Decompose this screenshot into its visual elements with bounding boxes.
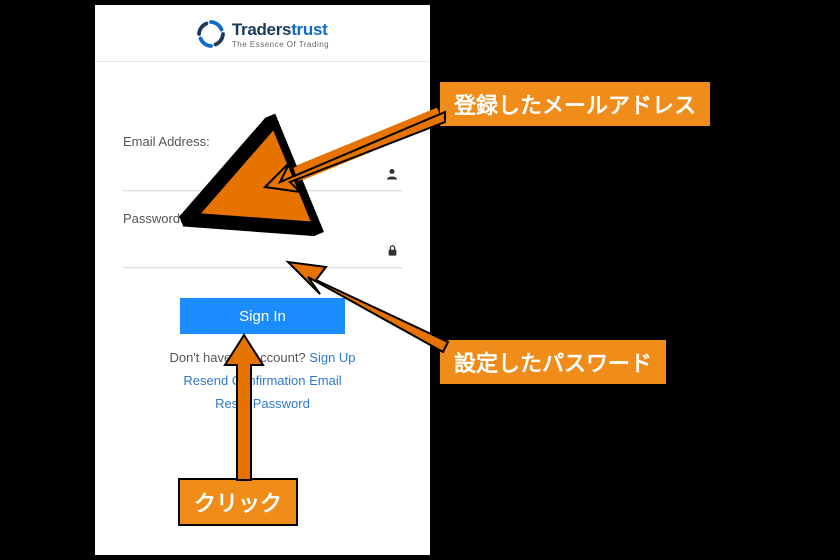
reset-password-link[interactable]: Reset Password [215, 396, 310, 411]
brand-logo: Traderstrust The Essence Of Trading [196, 19, 329, 49]
annotation-email-callout: 登録したメールアドレス [438, 80, 712, 128]
logo-name-dark: Traders [232, 20, 291, 39]
email-input[interactable] [123, 159, 378, 190]
user-icon [386, 167, 398, 182]
resend-confirmation-link[interactable]: Resend Confirmation Email [183, 373, 341, 388]
logo-name-blue: trust [291, 20, 327, 39]
lock-icon [387, 244, 398, 259]
email-label: Email Address: [123, 134, 402, 149]
signin-button[interactable]: Sign In [180, 298, 345, 334]
logo-icon [196, 19, 226, 49]
logo-tagline: The Essence Of Trading [232, 40, 329, 49]
password-input[interactable] [123, 236, 378, 267]
login-form: Email Address: Password: Sign In Don't h… [95, 62, 430, 414]
annotation-click-callout: クリック [178, 478, 298, 526]
signup-link[interactable]: Sign Up [309, 350, 355, 365]
password-label: Password: [123, 211, 402, 226]
page-header: Traderstrust The Essence Of Trading [95, 5, 430, 62]
login-page: Traderstrust The Essence Of Trading Emai… [95, 5, 430, 555]
annotation-password-callout: 設定したパスワード [438, 338, 668, 386]
auth-links: Don't have an account? Sign Up Resend Co… [123, 348, 402, 414]
no-account-text: Don't have an account? [169, 350, 309, 365]
password-input-row [123, 236, 402, 268]
logo-text: Traderstrust The Essence Of Trading [232, 20, 329, 49]
email-input-row [123, 159, 402, 191]
